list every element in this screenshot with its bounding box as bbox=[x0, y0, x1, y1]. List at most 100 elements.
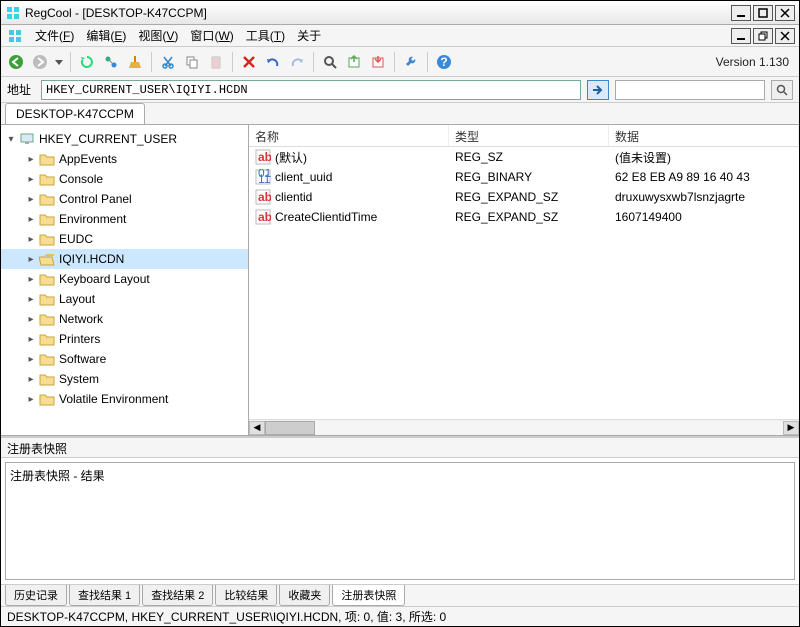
address-input[interactable] bbox=[41, 80, 581, 100]
tree-item-system[interactable]: ▸System bbox=[1, 369, 248, 389]
window-title: RegCool - [DESKTOP-K47CCPM] bbox=[25, 6, 731, 20]
expander-icon[interactable]: ▸ bbox=[25, 174, 37, 185]
minimize-button[interactable] bbox=[731, 5, 751, 21]
version-label: Version 1.130 bbox=[716, 55, 795, 69]
mdi-minimize-button[interactable] bbox=[731, 28, 751, 44]
toolbar: ? Version 1.130 bbox=[1, 47, 799, 77]
tab-main[interactable]: DESKTOP-K47CCPM bbox=[5, 103, 145, 124]
column-name[interactable]: 名称 bbox=[249, 125, 449, 146]
scroll-thumb[interactable] bbox=[265, 421, 315, 435]
back-button[interactable] bbox=[5, 51, 27, 73]
expander-icon[interactable]: ▾ bbox=[5, 134, 17, 145]
delete-icon[interactable] bbox=[238, 51, 260, 73]
list-row[interactable]: abCreateClientidTimeREG_EXPAND_SZ1607149… bbox=[249, 207, 799, 227]
lower-tab-3[interactable]: 比较结果 bbox=[215, 585, 277, 606]
expander-icon[interactable]: ▸ bbox=[25, 374, 37, 385]
lower-tab-1[interactable]: 查找结果 1 bbox=[69, 585, 140, 606]
scroll-left-button[interactable]: ◀ bbox=[249, 421, 265, 435]
search-button[interactable] bbox=[771, 80, 793, 100]
expander-icon[interactable]: ▸ bbox=[25, 354, 37, 365]
document-tabs: DESKTOP-K47CCPM bbox=[1, 103, 799, 125]
tools-icon[interactable] bbox=[400, 51, 422, 73]
tree-item-appevents[interactable]: ▸AppEvents bbox=[1, 149, 248, 169]
lower-tabs: 历史记录查找结果 1查找结果 2比较结果收藏夹注册表快照 bbox=[1, 584, 799, 606]
menu-about[interactable]: 关于 bbox=[291, 27, 327, 44]
paste-icon[interactable] bbox=[205, 51, 227, 73]
refresh-icon[interactable] bbox=[76, 51, 98, 73]
cut-icon[interactable] bbox=[157, 51, 179, 73]
maximize-button[interactable] bbox=[753, 5, 773, 21]
horizontal-scrollbar[interactable]: ◀ ▶ bbox=[249, 419, 799, 435]
folder-icon bbox=[39, 212, 55, 226]
tree-item-printers[interactable]: ▸Printers bbox=[1, 329, 248, 349]
tree-item-label: Layout bbox=[59, 292, 101, 306]
expander-icon[interactable]: ▸ bbox=[25, 314, 37, 325]
help-icon[interactable]: ? bbox=[433, 51, 455, 73]
expander-icon[interactable]: ▸ bbox=[25, 394, 37, 405]
connect-icon[interactable] bbox=[100, 51, 122, 73]
expander-icon[interactable]: ▸ bbox=[25, 334, 37, 345]
cell-name: abclientid bbox=[249, 189, 449, 205]
address-go-button[interactable] bbox=[587, 80, 609, 100]
redo-icon[interactable] bbox=[286, 51, 308, 73]
mdi-restore-button[interactable] bbox=[753, 28, 773, 44]
undo-icon[interactable] bbox=[262, 51, 284, 73]
lower-body[interactable]: 注册表快照 - 结果 bbox=[5, 462, 795, 580]
lower-tab-4[interactable]: 收藏夹 bbox=[279, 585, 330, 606]
tree-item-keyboard-layout[interactable]: ▸Keyboard Layout bbox=[1, 269, 248, 289]
column-type[interactable]: 类型 bbox=[449, 125, 609, 146]
lower-title: 注册表快照 bbox=[1, 438, 799, 458]
svg-text:110: 110 bbox=[258, 172, 271, 185]
tree-item-label: IQIYI.HCDN bbox=[59, 252, 130, 266]
tree-item-console[interactable]: ▸Console bbox=[1, 169, 248, 189]
tree-item-eudc[interactable]: ▸EUDC bbox=[1, 229, 248, 249]
menu-tools[interactable]: 工具(T) bbox=[240, 27, 291, 44]
lower-tab-2[interactable]: 查找结果 2 bbox=[142, 585, 213, 606]
tree-item-iqiyi-hcdn[interactable]: ▸ IQIYI.HCDN bbox=[1, 249, 248, 269]
expander-icon[interactable]: ▸ bbox=[25, 154, 37, 165]
expander-icon[interactable]: ▸ bbox=[25, 254, 37, 265]
lower-tab-0[interactable]: 历史记录 bbox=[5, 585, 67, 606]
list-row[interactable]: abclientidREG_EXPAND_SZdruxuwysxwb7lsnzj… bbox=[249, 187, 799, 207]
list-row[interactable]: 011110client_uuidREG_BINARY62 E8 EB A9 8… bbox=[249, 167, 799, 187]
menu-window[interactable]: 窗口(W) bbox=[184, 27, 239, 44]
forward-button[interactable] bbox=[29, 51, 51, 73]
expander-icon[interactable]: ▸ bbox=[25, 274, 37, 285]
tree-item-control-panel[interactable]: ▸Control Panel bbox=[1, 189, 248, 209]
find-icon[interactable] bbox=[319, 51, 341, 73]
menu-edit[interactable]: 编辑(E) bbox=[80, 27, 132, 44]
scroll-right-button[interactable]: ▶ bbox=[783, 421, 799, 435]
list-header: 名称 类型 数据 bbox=[249, 125, 799, 147]
tree-item-layout[interactable]: ▸ Layout bbox=[1, 289, 248, 309]
scroll-track[interactable] bbox=[265, 421, 783, 435]
search-input[interactable] bbox=[615, 80, 765, 100]
expander-icon[interactable]: ▸ bbox=[25, 234, 37, 245]
tree-item-label: Environment bbox=[59, 212, 132, 226]
titlebar[interactable]: RegCool - [DESKTOP-K47CCPM] bbox=[1, 1, 799, 25]
list-body[interactable]: ab(默认)REG_SZ(值未设置)011110client_uuidREG_B… bbox=[249, 147, 799, 419]
tree-item-environment[interactable]: ▸ Environment bbox=[1, 209, 248, 229]
tree-item-network[interactable]: ▸Network bbox=[1, 309, 248, 329]
tree-item-software[interactable]: ▸Software bbox=[1, 349, 248, 369]
column-data[interactable]: 数据 bbox=[609, 125, 799, 146]
copy-icon[interactable] bbox=[181, 51, 203, 73]
tree-item-volatile-environment[interactable]: ▸Volatile Environment bbox=[1, 389, 248, 409]
history-dropdown[interactable] bbox=[53, 51, 65, 73]
registry-tree[interactable]: ▾ HKEY_CURRENT_USER ▸AppEvents▸Console▸C… bbox=[1, 125, 249, 435]
mdi-close-button[interactable] bbox=[775, 28, 795, 44]
import-icon[interactable] bbox=[367, 51, 389, 73]
expander-icon[interactable]: ▸ bbox=[25, 294, 37, 305]
tree-root[interactable]: ▾ HKEY_CURRENT_USER bbox=[1, 129, 248, 149]
broom-icon[interactable] bbox=[124, 51, 146, 73]
menu-view[interactable]: 视图(V) bbox=[132, 27, 184, 44]
folder-icon bbox=[39, 392, 55, 406]
cell-data: 1607149400 bbox=[609, 210, 799, 224]
lower-tab-5[interactable]: 注册表快照 bbox=[332, 585, 405, 606]
list-row[interactable]: ab(默认)REG_SZ(值未设置) bbox=[249, 147, 799, 167]
export-icon[interactable] bbox=[343, 51, 365, 73]
close-button[interactable] bbox=[775, 5, 795, 21]
menu-file[interactable]: 文件(F) bbox=[29, 27, 80, 44]
address-bar: 地址 bbox=[1, 77, 799, 103]
expander-icon[interactable]: ▸ bbox=[25, 194, 37, 205]
expander-icon[interactable]: ▸ bbox=[25, 214, 37, 225]
